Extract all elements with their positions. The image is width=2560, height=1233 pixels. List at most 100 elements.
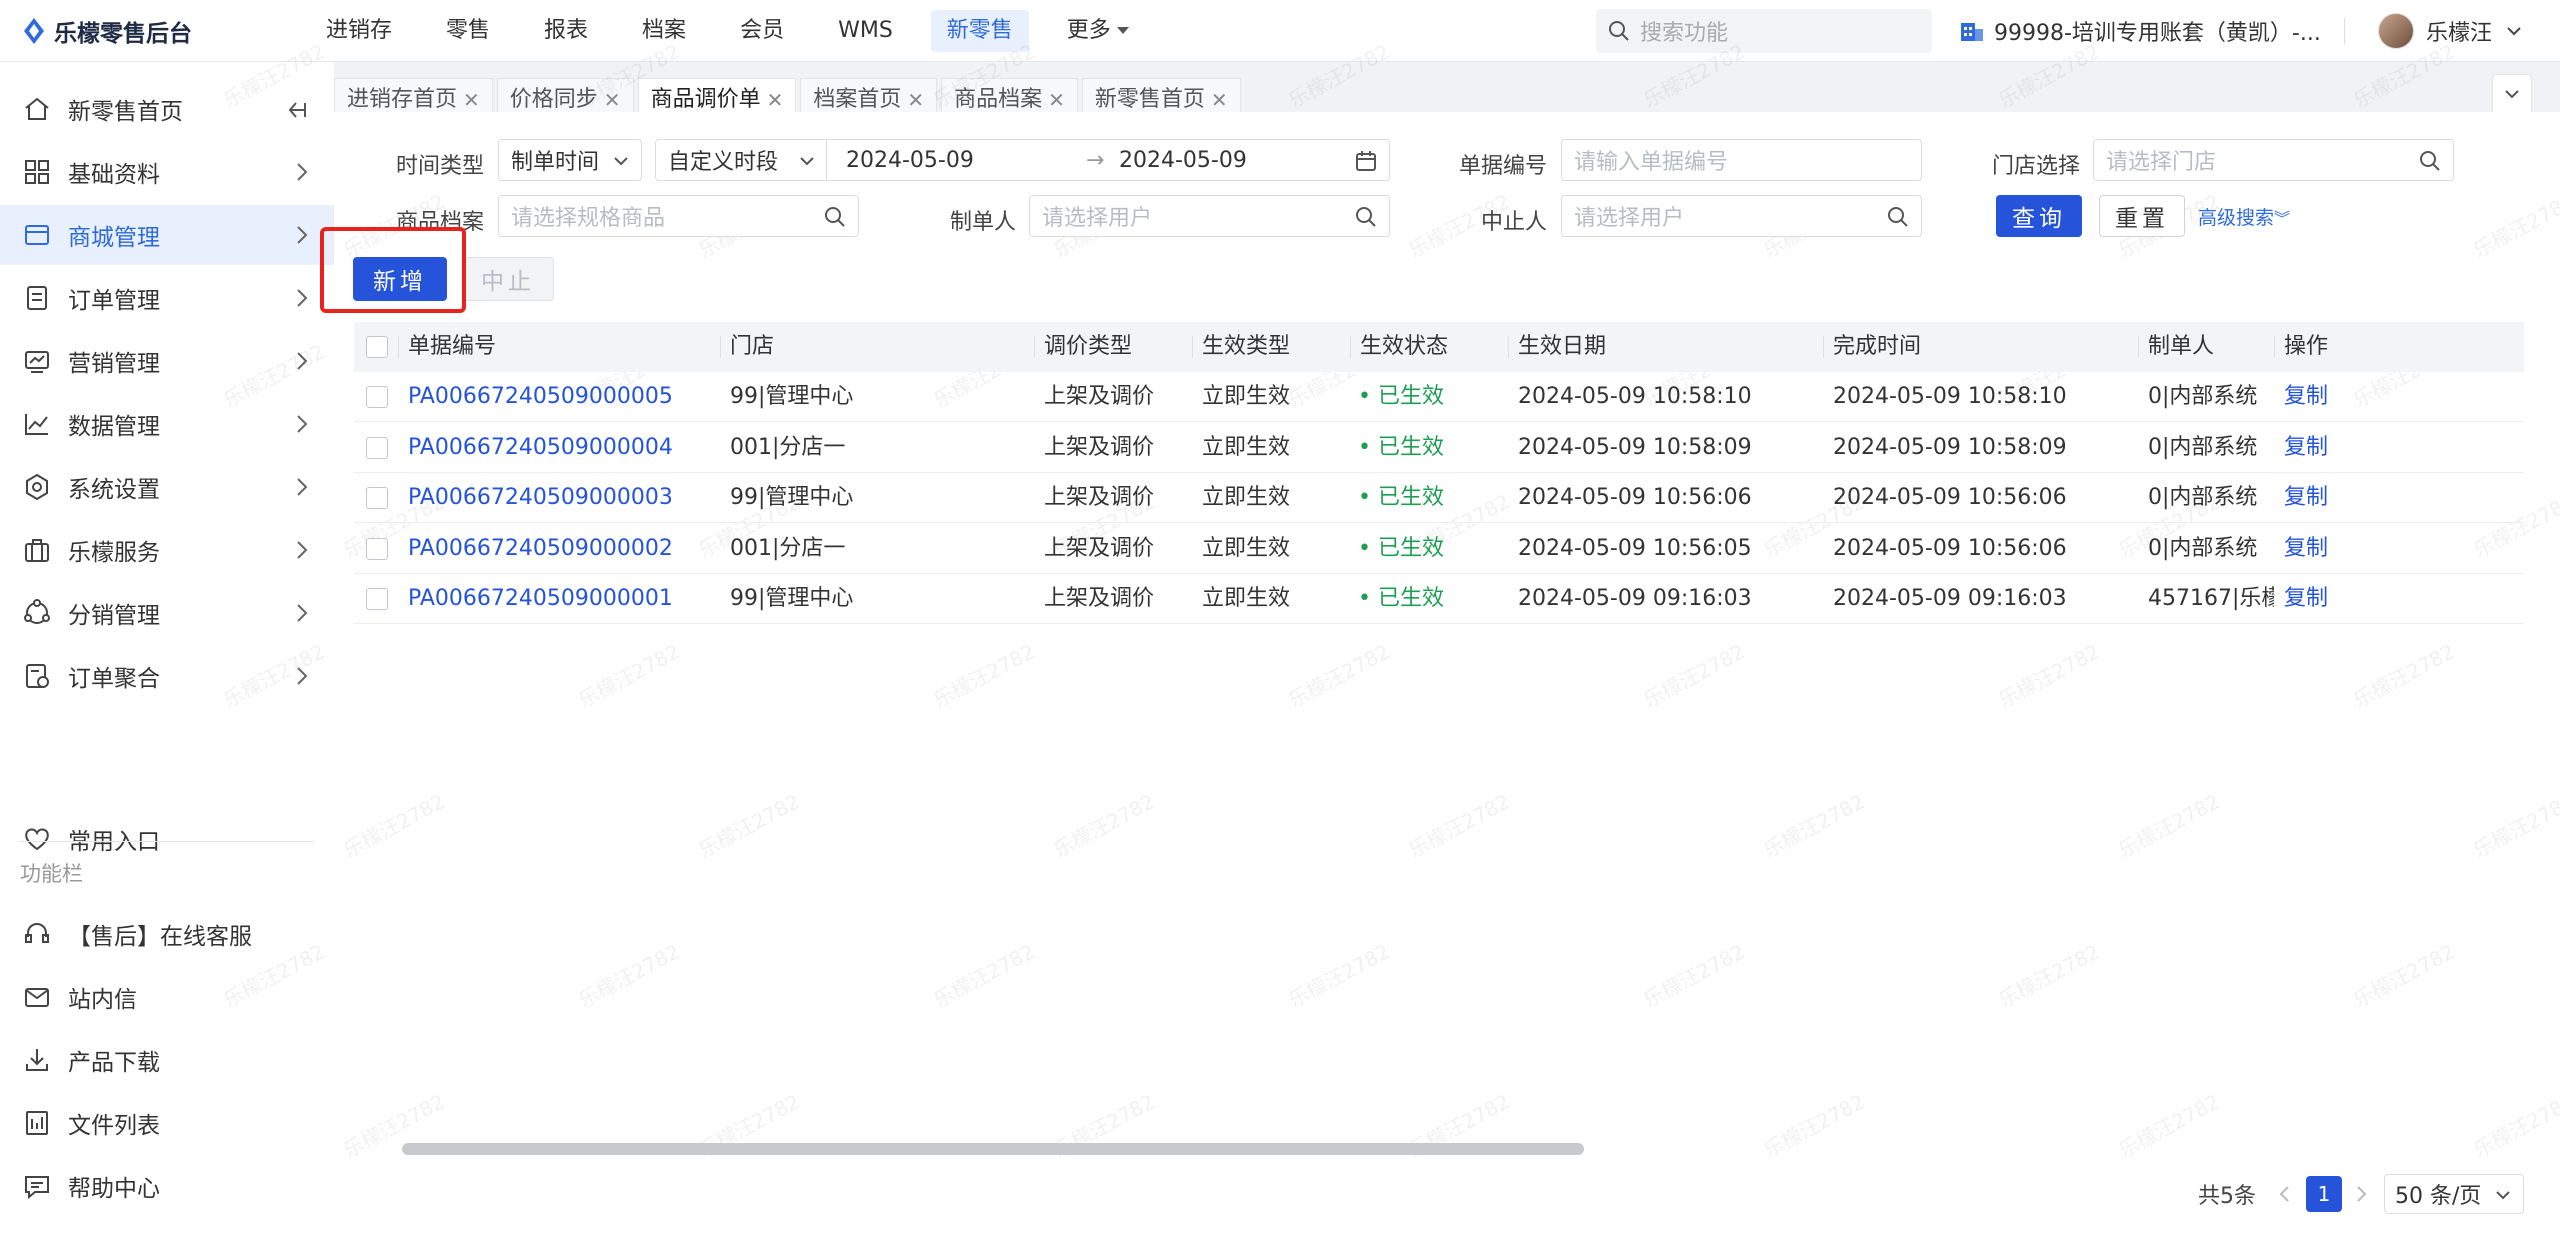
doc-number-link[interactable]: PA00667240509000001 — [408, 574, 708, 624]
sidebar-tool-item[interactable]: 帮助中心 — [0, 1156, 334, 1216]
account-name: 99998-培训专用账套（黄凯）-... — [1994, 21, 2321, 46]
top-nav-item[interactable]: 会员 — [724, 10, 800, 52]
sidebar-item[interactable]: 商城管理 — [0, 205, 334, 265]
top-nav-item[interactable]: 新零售 — [930, 9, 1029, 52]
sidebar-item[interactable]: 营销管理 — [0, 331, 334, 391]
chart-icon — [22, 409, 52, 439]
sidebar-item[interactable]: 基础资料 — [0, 142, 334, 202]
sidebar-tool-item[interactable]: 文件列表 — [0, 1093, 334, 1153]
table-cell: 2024-05-09 09:16:03 — [1833, 586, 2067, 611]
sidebar-item[interactable]: 分销管理 — [0, 583, 334, 643]
table-row[interactable]: PA00667240509000005 99|管理中心 上架及调价 立即生效 • 已生效… — [354, 372, 2524, 422]
top-nav-item[interactable]: WMS — [822, 10, 909, 52]
stopper-select[interactable]: 请选择用户 — [1561, 195, 1922, 237]
column-header[interactable]: 生效日期 — [1518, 322, 1606, 372]
order-icon — [22, 283, 52, 313]
date-range-picker[interactable]: 自定义时段 2024-05-09 → 2024-05-09 — [655, 139, 1390, 181]
search-placeholder: 搜索功能 — [1640, 21, 1729, 46]
doc-number-link[interactable]: PA00667240509000005 — [408, 372, 708, 422]
table-row[interactable]: PA00667240509000001 99|管理中心 上架及调价 立即生效 • 已生效… — [354, 574, 2524, 624]
row-checkbox[interactable] — [366, 537, 388, 560]
user-menu[interactable]: 乐檬汪 — [2378, 0, 2522, 62]
page-1-button[interactable]: 1 — [2306, 1176, 2342, 1212]
store-select[interactable]: 请选择门店 — [2093, 139, 2454, 181]
doc-number-link[interactable]: PA00667240509000003 — [408, 473, 708, 523]
time-type-label: 时间类型 — [396, 154, 485, 179]
sidebar-item[interactable]: 订单管理 — [0, 268, 334, 328]
product-select[interactable]: 请选择规格商品 — [498, 195, 859, 237]
table-row[interactable]: PA00667240509000003 99|管理中心 上架及调价 立即生效 • 已生效… — [354, 473, 2524, 523]
sidebar-item[interactable]: 数据管理 — [0, 394, 334, 454]
column-header[interactable]: 生效类型 — [1202, 322, 1290, 372]
time-type-select[interactable]: 制单时间 — [498, 139, 642, 181]
top-nav-item[interactable]: 报表 — [528, 10, 604, 52]
date-end[interactable]: 2024-05-09 — [1119, 148, 1247, 173]
advanced-search-label: 高级搜索 — [2198, 207, 2275, 229]
copy-link[interactable]: 复制 — [2284, 372, 2484, 422]
download-icon — [22, 1045, 52, 1075]
sidebar-item[interactable]: 乐檬服务 — [0, 520, 334, 580]
table-cell: 2024-05-09 10:56:05 — [1518, 535, 1752, 561]
sidebar-item-label: 基础资料 — [68, 162, 160, 188]
sidebar-tool-item[interactable]: 站内信 — [0, 967, 334, 1027]
top-nav-item[interactable]: 更多 — [1051, 10, 1145, 52]
row-checkbox[interactable] — [366, 487, 388, 509]
doc-number-link[interactable]: PA00667240509000004 — [408, 423, 708, 473]
page-size-select[interactable]: 50 条/页 — [2384, 1174, 2524, 1214]
sidebar-item[interactable]: 订单聚合 — [0, 646, 334, 706]
next-page-button[interactable] — [2356, 1176, 2368, 1212]
advanced-search-link[interactable]: 高级搜索︾ — [2198, 203, 2290, 230]
reset-button[interactable]: 重置 — [2099, 195, 2185, 237]
column-header[interactable]: 生效状态 — [1360, 322, 1448, 372]
table-cell: 457167|乐檬汪 — [2148, 586, 2274, 611]
sidebar-tool-item[interactable]: 【售后】在线客服 — [0, 904, 334, 964]
select-all-checkbox[interactable] — [366, 336, 388, 358]
column-header[interactable]: 制单人 — [2148, 322, 2214, 372]
status-dot: • — [1358, 485, 1378, 510]
sidebar-tool-item[interactable]: 产品下载 — [0, 1030, 334, 1090]
table-cell: 99|管理中心 — [730, 384, 854, 409]
table-cell: 立即生效 — [1202, 586, 1291, 611]
app-logo[interactable]: 乐檬零售后台 — [0, 14, 310, 48]
copy-link[interactable]: 复制 — [2284, 574, 2484, 624]
tabs-more-button[interactable] — [2492, 74, 2532, 114]
app-logo-text: 乐檬零售后台 — [54, 20, 192, 47]
top-nav-item[interactable]: 零售 — [430, 10, 506, 52]
status-text: 已生效 — [1377, 434, 1444, 460]
column-header[interactable]: 单据编号 — [408, 322, 496, 372]
query-button[interactable]: 查询 — [1996, 195, 2082, 237]
chevron-right-icon — [297, 667, 308, 685]
table-row[interactable]: PA00667240509000002 001|分店一 上架及调价 立即生效 • 已生效… — [354, 524, 2524, 574]
prev-page-button[interactable] — [2278, 1176, 2290, 1212]
row-checkbox[interactable] — [366, 436, 388, 459]
status-badge: • 已生效 — [1358, 524, 1508, 574]
row-checkbox[interactable] — [366, 386, 388, 408]
sidebar-tool-label: 文件列表 — [68, 1113, 160, 1139]
doc-number-link[interactable]: PA00667240509000002 — [408, 524, 708, 574]
stop-button[interactable]: 中止 — [462, 257, 554, 301]
column-header[interactable]: 操作 — [2284, 322, 2328, 372]
horizontal-scrollbar[interactable] — [402, 1143, 1584, 1155]
column-header[interactable]: 门店 — [730, 322, 774, 372]
headset-icon — [22, 919, 52, 949]
top-nav-item[interactable]: 进销存 — [310, 10, 408, 52]
creator-select[interactable]: 请选择用户 — [1029, 195, 1390, 237]
sidebar-item[interactable]: 系统设置 — [0, 457, 334, 517]
function-search[interactable]: 搜索功能 — [1596, 9, 1932, 53]
column-header[interactable]: 完成时间 — [1833, 322, 1921, 372]
sidebar-item[interactable]: 新零售首页 — [0, 79, 334, 139]
top-nav-label: 会员 — [740, 17, 785, 43]
copy-link[interactable]: 复制 — [2284, 473, 2484, 523]
doc-no-input[interactable]: 请输入单据编号 — [1561, 139, 1922, 181]
table-row[interactable]: PA00667240509000004 001|分店一 上架及调价 立即生效 • 已生效… — [354, 423, 2524, 473]
copy-link[interactable]: 复制 — [2284, 423, 2484, 473]
period-select-value[interactable]: 自定义时段 — [668, 144, 778, 176]
collapse-sidebar-icon[interactable] — [286, 99, 308, 121]
copy-link[interactable]: 复制 — [2284, 524, 2484, 574]
row-checkbox[interactable] — [366, 588, 388, 610]
date-start[interactable]: 2024-05-09 — [846, 148, 974, 173]
account-switcher[interactable]: 99998-培训专用账套（黄凯）-... — [1960, 0, 2321, 62]
top-nav-item[interactable]: 档案 — [626, 10, 702, 52]
table-cell: 立即生效 — [1202, 485, 1291, 510]
column-header[interactable]: 调价类型 — [1044, 322, 1132, 372]
